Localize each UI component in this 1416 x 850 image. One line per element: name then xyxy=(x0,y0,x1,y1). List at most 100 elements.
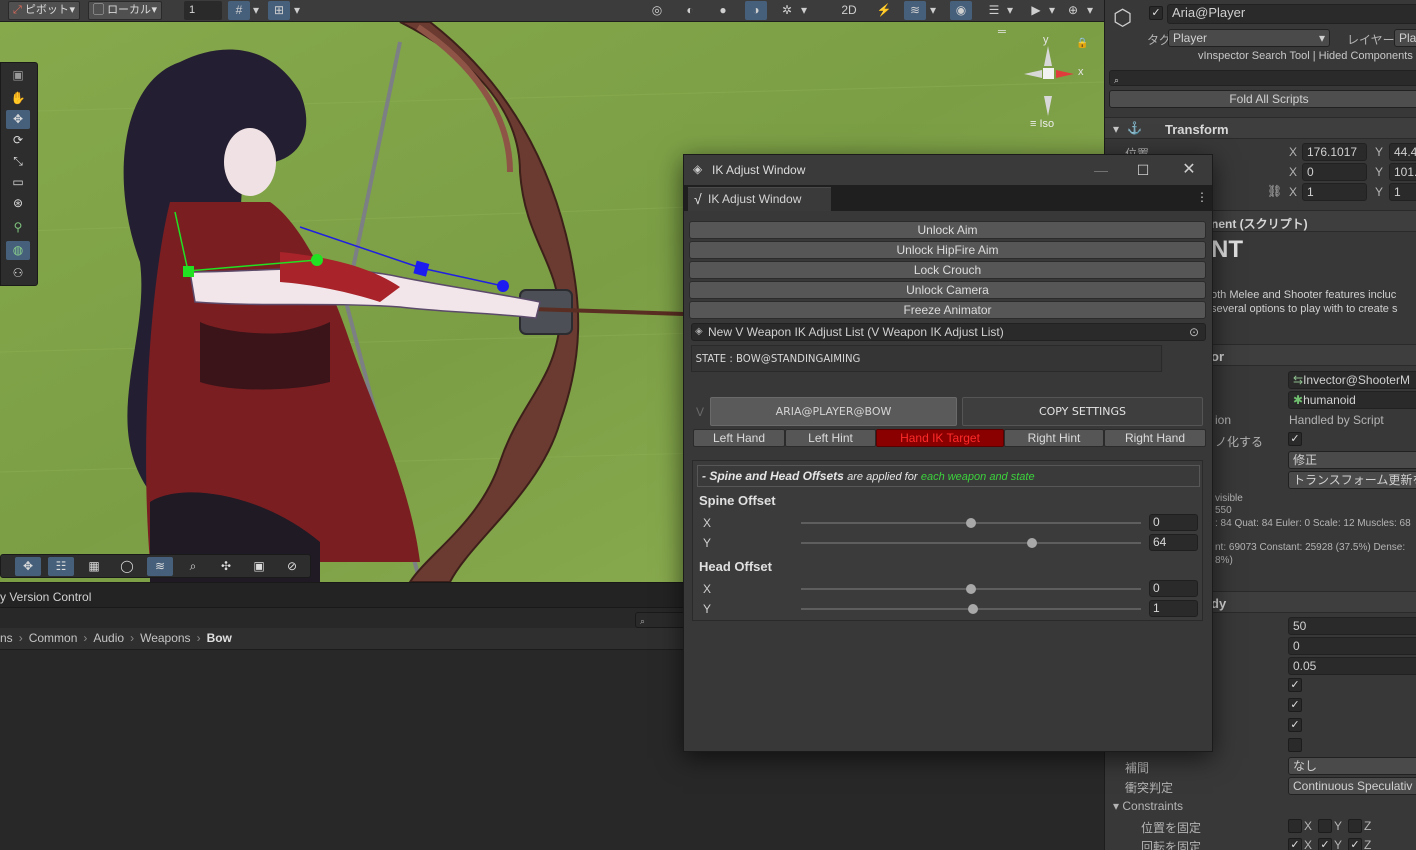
debug-icon[interactable]: ✲ xyxy=(776,1,798,20)
tab-right-hint[interactable]: Right Hint xyxy=(1004,429,1104,447)
unlock-aim-button[interactable]: Unlock Aim xyxy=(689,221,1206,239)
minimize-icon[interactable]: — xyxy=(1090,160,1112,180)
spine-x-field[interactable]: 0 xyxy=(1149,514,1198,531)
object-picker-icon[interactable]: ⊙ xyxy=(1189,324,1199,340)
solid-sphere-icon[interactable]: ● xyxy=(712,1,734,20)
controller-field[interactable]: ⇆Invector@ShooterM xyxy=(1288,371,1416,389)
lock-icon[interactable]: 🔒 xyxy=(1076,38,1088,49)
grid-snap-input[interactable]: 1 xyxy=(184,1,222,20)
auto-mass-checkbox[interactable]: ✓ xyxy=(1288,718,1302,732)
tab-ik-adjust-window[interactable]: √ IK Adjust Window xyxy=(688,187,831,211)
pivot-overlay-icon[interactable]: ✣ xyxy=(213,557,239,576)
lit-sphere-icon[interactable]: ◑ xyxy=(745,1,767,20)
freeze-rot-y-checkbox[interactable]: ✓ xyxy=(1318,838,1332,850)
breadcrumb-item-current[interactable]: Bow xyxy=(207,631,232,645)
position-x-field[interactable]: 176.1017 xyxy=(1302,143,1367,161)
weapon-name-button[interactable]: ARIA@PLAYER@BOW xyxy=(710,397,957,426)
ik-tool-icon[interactable]: ◍ xyxy=(6,241,30,260)
rect-tool-icon[interactable]: ▭ xyxy=(6,173,30,192)
drag-field[interactable]: 0 xyxy=(1288,637,1416,655)
ik-window-titlebar[interactable]: ◈ IK Adjust Window — ☐ ✕ xyxy=(684,155,1212,185)
constraints-foldout[interactable]: ▾ Constraints xyxy=(1113,799,1183,813)
active-checkbox[interactable]: ✓ xyxy=(1149,6,1163,20)
unchecked-checkbox[interactable] xyxy=(1288,738,1302,752)
chevron-down-icon[interactable]: ▾ xyxy=(797,1,811,20)
breadcrumb-item[interactable]: Common xyxy=(29,631,78,645)
spine-x-slider-knob[interactable] xyxy=(966,518,976,528)
shaded-sphere-icon[interactable]: ◐ xyxy=(679,1,701,20)
grid-pattern-icon[interactable]: ▦ xyxy=(81,557,107,576)
head-x-slider-knob[interactable] xyxy=(966,584,976,594)
layers-icon[interactable]: ≋ xyxy=(904,1,926,20)
link-icon[interactable]: ⛓ xyxy=(1267,184,1282,198)
spine-y-slider[interactable] xyxy=(801,538,1141,548)
scale-x-field[interactable]: 1 xyxy=(1302,183,1367,201)
search-icon[interactable]: ⌕ xyxy=(180,557,206,576)
lock-crouch-button[interactable]: Lock Crouch xyxy=(689,261,1206,279)
head-y-field[interactable]: 1 xyxy=(1149,600,1198,617)
mass-field[interactable]: 50 xyxy=(1288,617,1416,635)
move-overlay-icon[interactable]: ✥ xyxy=(15,557,41,576)
snap-increment-icon[interactable]: ⊞ xyxy=(268,1,290,20)
culling-dropdown[interactable]: 修正 xyxy=(1288,451,1416,469)
avatar-field[interactable]: ✱humanoid xyxy=(1288,391,1416,409)
collision-dropdown[interactable]: Continuous Speculativ xyxy=(1288,777,1416,795)
view-cube-icon[interactable]: ▣ xyxy=(6,66,30,85)
compass-icon[interactable]: ⊘ xyxy=(279,557,305,576)
lighting-off-icon[interactable]: ⚡ xyxy=(873,1,895,20)
grid-snap-icon[interactable]: # xyxy=(228,1,250,20)
head-x-field[interactable]: 0 xyxy=(1149,580,1198,597)
transform-tool-icon[interactable]: ⊛ xyxy=(6,194,30,213)
spine-x-slider[interactable] xyxy=(801,518,1141,528)
freeze-animator-button[interactable]: Freeze Animator xyxy=(689,301,1206,319)
chevron-down-icon[interactable]: ▾ xyxy=(926,1,940,20)
breadcrumb-item[interactable]: Weapons xyxy=(140,631,190,645)
chevron-down-icon[interactable]: ▾ xyxy=(1003,1,1017,20)
freeze-rot-z-checkbox[interactable]: ✓ xyxy=(1348,838,1362,850)
use-gravity-checkbox[interactable]: ✓ xyxy=(1288,678,1302,692)
transform-option-dropdown[interactable]: トランスフォーム更新を除外 xyxy=(1288,471,1416,489)
chevron-down-icon[interactable]: ▾ xyxy=(1045,1,1059,20)
globe-icon[interactable]: ◎ xyxy=(646,1,668,20)
position-y-field[interactable]: 44.4 xyxy=(1389,143,1416,161)
tab-left-hand[interactable]: Left Hand xyxy=(693,429,785,447)
kebab-menu-icon[interactable]: ⋮ xyxy=(1196,190,1208,204)
spine-y-slider-knob[interactable] xyxy=(1027,538,1038,548)
hand-tool-icon[interactable]: ✋ xyxy=(6,89,30,108)
layers-overlay-icon[interactable]: ≋ xyxy=(147,557,173,576)
is-kinematic-checkbox[interactable]: ✓ xyxy=(1288,698,1302,712)
move-tool-icon[interactable]: ✥ xyxy=(6,110,30,129)
tab-left-hint[interactable]: Left Hint xyxy=(785,429,876,447)
freeze-pos-z-checkbox[interactable] xyxy=(1348,819,1362,833)
copy-settings-button[interactable]: COPY SETTINGS xyxy=(962,397,1203,426)
bone-tool-icon[interactable]: ⚇ xyxy=(6,264,30,283)
transform-header[interactable]: ▾ ⚓ Transform xyxy=(1105,117,1416,139)
interpolate-dropdown[interactable]: なし xyxy=(1288,757,1416,775)
rotation-y-field[interactable]: 101.9 xyxy=(1389,163,1416,181)
chevron-down-icon[interactable]: ▾ xyxy=(1083,1,1097,20)
gizmos-icon[interactable]: ⊕ xyxy=(1062,1,1084,20)
object-name-field[interactable]: Aria@Player xyxy=(1167,4,1416,24)
custom-tool-icon[interactable]: ⚲ xyxy=(6,218,30,237)
sliders-icon[interactable]: ☷ xyxy=(48,557,74,576)
circle-icon[interactable]: ◯ xyxy=(114,557,140,576)
camera-overlay-icon[interactable]: ▣ xyxy=(246,557,272,576)
stack-icon[interactable]: ☰ xyxy=(983,1,1005,20)
freeze-pos-x-checkbox[interactable] xyxy=(1288,819,1302,833)
ik-adjust-list-field[interactable]: ◈ New V Weapon IK Adjust List (V Weapon … xyxy=(691,323,1206,341)
unlock-camera-button[interactable]: Unlock Camera xyxy=(689,281,1206,299)
maximize-icon[interactable]: ☐ xyxy=(1132,160,1154,180)
head-y-slider-knob[interactable] xyxy=(967,604,978,614)
spine-y-field[interactable]: 64 xyxy=(1149,534,1198,551)
hamburger-icon[interactable]: ═ xyxy=(998,26,1006,38)
chevron-down-icon[interactable]: ▾ xyxy=(290,1,304,20)
layer-dropdown[interactable]: Playe xyxy=(1394,29,1416,47)
angular-drag-field[interactable]: 0.05 xyxy=(1288,657,1416,675)
2d-toggle-icon[interactable]: 2D xyxy=(838,1,860,20)
freeze-pos-y-checkbox[interactable] xyxy=(1318,819,1332,833)
pivot-dropdown[interactable]: ⤢ ピボット ▾ xyxy=(8,1,80,20)
projection-toggle[interactable]: ≡ Iso xyxy=(1030,118,1054,130)
tab-right-hand[interactable]: Right Hand xyxy=(1104,429,1206,447)
breadcrumb-item[interactable]: ns xyxy=(0,631,13,645)
tag-dropdown[interactable]: Player ▾ xyxy=(1168,29,1330,47)
